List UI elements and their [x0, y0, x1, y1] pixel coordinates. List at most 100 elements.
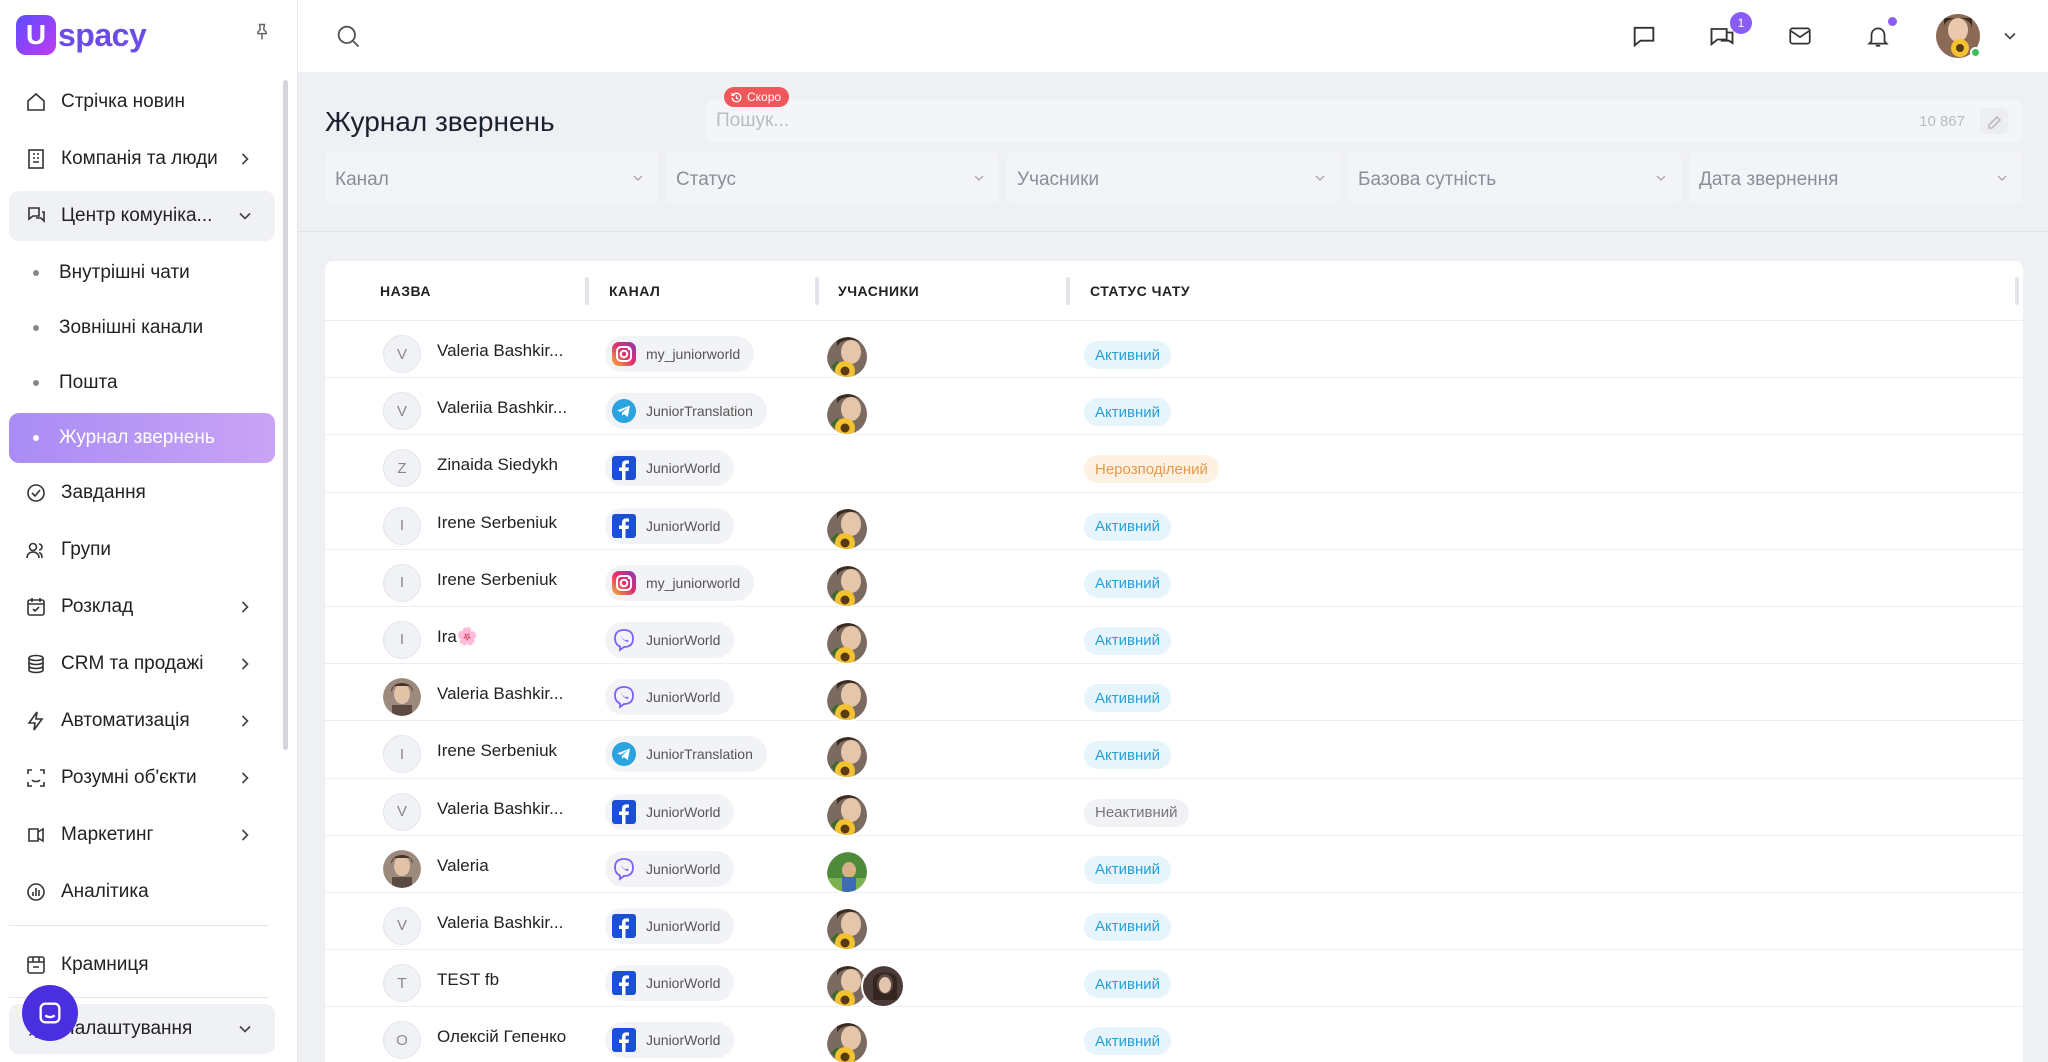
chevron-down-icon	[235, 206, 255, 226]
communication-icon	[23, 203, 49, 229]
support-chat-button[interactable]	[22, 985, 78, 1041]
column-resizer[interactable]	[2015, 277, 2019, 305]
messages-icon[interactable]: 1	[1706, 12, 1752, 52]
chevron-right-icon	[235, 149, 255, 169]
notification-dot	[1888, 17, 1897, 26]
table-row[interactable]: Valeria Bashkir... JuniorWorld Активний	[325, 664, 2023, 723]
table-row[interactable]: V Valeria Bashkir... my_juniorworld Активни…	[325, 321, 2023, 379]
sidebar-item-tasks[interactable]: Завдання	[9, 468, 275, 518]
status-badge: Активний	[1084, 912, 1171, 941]
logo[interactable]: U spacy	[16, 14, 147, 56]
filter-label: Базова сутність	[1358, 169, 1497, 190]
status-badge: Активний	[1084, 970, 1171, 999]
search-icon[interactable]	[334, 22, 362, 55]
filter-dropdown-0[interactable]: Канал	[325, 152, 658, 203]
participant-avatar[interactable]	[825, 735, 869, 780]
bell-icon[interactable]	[1862, 17, 1897, 52]
participant-avatar[interactable]	[825, 849, 869, 894]
column-header-name[interactable]: НАЗВА	[380, 283, 431, 299]
sidebar-item-label: Розклад	[61, 596, 134, 617]
tasks-icon	[23, 480, 49, 506]
table-row[interactable]: Valeria JuniorWorld Активний	[325, 836, 2023, 894]
avatar	[383, 849, 421, 888]
participants	[825, 849, 869, 894]
sidebar-subitem-label: Внутрішні чати	[59, 262, 190, 283]
filter-dropdown-3[interactable]: Базова сутність	[1348, 152, 1681, 203]
table-row[interactable]: T TEST fb JuniorWorld Активний	[325, 950, 2023, 1009]
channel-name: JuniorWorld	[646, 689, 721, 706]
search-input[interactable]: Пошук... 10 867	[706, 100, 2022, 142]
table-row[interactable]: I Ira🌸 JuniorWorld Активний	[325, 607, 2023, 665]
participant-avatar[interactable]	[825, 620, 869, 665]
table-row[interactable]: V Valeria Bashkir... JuniorWorld Активний	[325, 893, 2023, 951]
sidebar-item-store[interactable]: Крамниця	[9, 940, 275, 990]
table-row[interactable]: V Valeria Bashkir... JuniorWorld Неактивний	[325, 779, 2023, 837]
chevron-right-icon	[235, 768, 255, 788]
header-divider	[298, 231, 2048, 232]
participants	[825, 506, 869, 551]
avatar: Z	[383, 449, 421, 488]
request-name: Ira🌸	[437, 626, 479, 646]
sidebar-item-calendar[interactable]: Розклад	[9, 582, 275, 632]
participant-avatar[interactable]	[825, 678, 869, 723]
sidebar-subitem-label: Пошта	[59, 372, 118, 393]
sidebar-subitem-1[interactable]: Зовнішні канали	[9, 303, 275, 353]
soon-badge: Скоро	[724, 87, 790, 107]
table-row[interactable]: I Irene Serbeniuk JuniorTranslation Активни…	[325, 721, 2023, 780]
sidebar-item-home[interactable]: Стрічка новин	[9, 77, 275, 127]
chevron-down-icon[interactable]	[2000, 26, 2020, 46]
channel-chip: JuniorWorld	[605, 621, 735, 658]
sidebar-divider	[9, 925, 269, 926]
pin-icon[interactable]	[250, 20, 274, 44]
channel-chip: JuniorWorld	[605, 1022, 735, 1059]
sidebar-subitem-0[interactable]: Внутрішні чати	[9, 248, 275, 298]
participant-avatar[interactable]	[825, 392, 869, 437]
sidebar-item-communication[interactable]: Центр комуніка...	[9, 191, 275, 241]
filter-dropdown-1[interactable]: Статус	[666, 152, 999, 203]
automation-icon	[23, 708, 49, 734]
table-body: V Valeria Bashkir... my_juniorworld Активни…	[325, 321, 2023, 1062]
sidebar-subitem-2[interactable]: Пошта	[9, 358, 275, 408]
column-resizer[interactable]	[585, 277, 589, 305]
sidebar-item-groups[interactable]: Групи	[9, 525, 275, 575]
sidebar-item-crm[interactable]: CRM та продажі	[9, 639, 275, 689]
table-row[interactable]: I Irene Serbeniuk my_juniorworld Активний	[325, 550, 2023, 608]
viber-icon	[611, 684, 637, 710]
participant-avatar[interactable]	[861, 964, 905, 1009]
table-row[interactable]: O Олексій Гепенко JuniorWorld Активний	[325, 1007, 2023, 1062]
column-header-chat-status[interactable]: СТАТУС ЧАТУ	[1090, 283, 1190, 299]
filter-dropdown-4[interactable]: Дата звернення	[1689, 152, 2022, 203]
chat-icon[interactable]	[1628, 20, 1660, 52]
table-row[interactable]: V Valeriia Bashkir... JuniorTranslation Акт…	[325, 378, 2023, 437]
participant-avatar[interactable]	[825, 506, 869, 551]
table-row[interactable]: Z Zinaida Siedykh JuniorWorld Нерозподілени…	[325, 435, 2023, 493]
column-header-participants[interactable]: УЧАСНИКИ	[838, 283, 919, 299]
mail-icon[interactable]	[1784, 20, 1816, 52]
channel-chip: JuniorTranslation	[605, 393, 767, 430]
sidebar-item-smart-objects[interactable]: Розумні об'єкти	[9, 753, 275, 803]
participant-avatar[interactable]	[825, 335, 869, 379]
sidebar-item-automation[interactable]: Автоматизація	[9, 696, 275, 746]
marketing-icon	[23, 822, 49, 848]
column-header-channel[interactable]: КАНАЛ	[609, 283, 660, 299]
participant-avatar[interactable]	[825, 792, 869, 837]
table-row[interactable]: I Irene Serbeniuk JuniorWorld Активний	[325, 493, 2023, 551]
participant-avatar[interactable]	[825, 906, 869, 951]
eraser-icon[interactable]	[1980, 108, 2008, 134]
sidebar-item-analytics[interactable]: Аналітика	[9, 867, 275, 917]
user-avatar[interactable]	[1936, 14, 1981, 58]
column-resizer[interactable]	[1066, 277, 1070, 305]
sidebar-item-label: CRM та продажі	[61, 653, 204, 674]
page-title: Журнал звернень	[325, 106, 555, 137]
channel-chip: JuniorWorld	[605, 965, 735, 1002]
channel-chip: JuniorWorld	[605, 850, 735, 887]
sidebar-item-marketing[interactable]: Маркетинг	[9, 810, 275, 860]
participant-avatar[interactable]	[825, 1021, 869, 1062]
column-resizer[interactable]	[815, 277, 819, 305]
sidebar-scrollbar[interactable]	[283, 80, 288, 750]
sidebar-subitem-3[interactable]: Журнал звернень	[9, 413, 275, 463]
filter-dropdown-2[interactable]: Учасники	[1007, 152, 1340, 203]
sidebar-item-company[interactable]: Компанія та люди	[9, 134, 275, 184]
request-name: Valeria	[437, 855, 489, 875]
participant-avatar[interactable]	[825, 563, 869, 608]
